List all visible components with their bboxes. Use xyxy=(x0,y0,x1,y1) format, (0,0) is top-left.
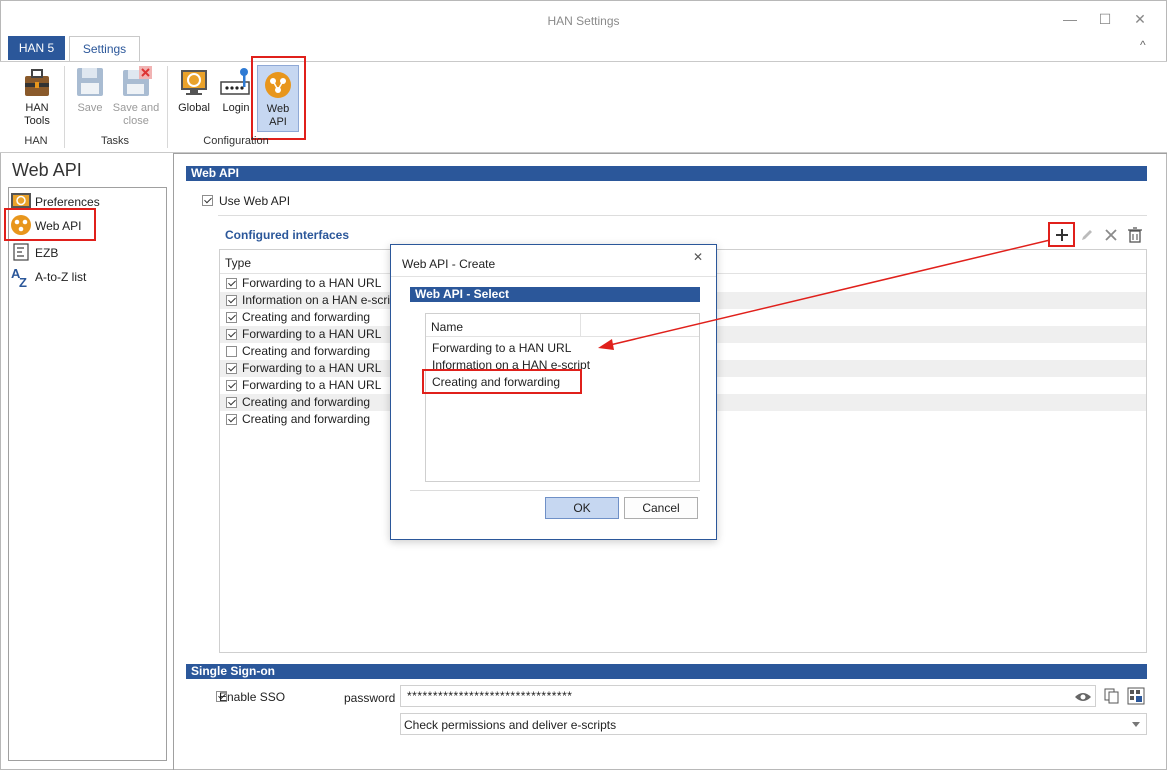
sidebar-item-ezb[interactable]: EZB xyxy=(10,243,160,261)
ezb-icon xyxy=(13,243,29,261)
dialog-close-button[interactable]: ✕ xyxy=(693,250,703,264)
save-close-label-1: Save and xyxy=(112,102,160,114)
toolbox-icon xyxy=(25,69,49,96)
window-title: HAN Settings xyxy=(547,14,620,28)
pencil-icon xyxy=(1082,230,1092,240)
dialog-list-header: Name xyxy=(426,314,699,337)
column-divider xyxy=(580,314,581,336)
copy-button[interactable] xyxy=(1104,688,1120,707)
column-header-name: Name xyxy=(431,320,464,334)
save-button[interactable]: Save xyxy=(72,66,108,115)
group-label-han: HAN xyxy=(24,135,48,147)
sidebar-title: Web API xyxy=(12,160,82,180)
chevron-down-icon xyxy=(1132,722,1140,727)
sso-mode-select[interactable]: Check permissions and deliver e-scripts xyxy=(400,713,1147,735)
row-checkbox[interactable] xyxy=(226,329,237,340)
row-label: Creating and forwarding xyxy=(242,310,371,324)
row-label: Forwarding to a HAN URL xyxy=(242,361,382,375)
han-tools-button[interactable]: HAN Tools xyxy=(14,66,60,128)
divider xyxy=(218,215,1147,216)
row-label: Information on a HAN e-script xyxy=(242,293,401,307)
a-to-z-icon: A Z xyxy=(11,266,27,288)
han-tools-label-2: Tools xyxy=(24,115,50,127)
password-label: password xyxy=(344,691,396,705)
divider xyxy=(410,490,700,491)
save-close-label-2: close xyxy=(123,115,149,127)
trash-button[interactable] xyxy=(1127,226,1143,247)
sidebar-item-label: Preferences xyxy=(35,195,100,209)
sso-mode-value: Check permissions and deliver e-scripts xyxy=(404,718,617,732)
column-header-type: Type xyxy=(225,256,252,270)
web-api-section-header: Web API xyxy=(186,166,1147,181)
list-item[interactable]: Forwarding to a HAN URL xyxy=(432,341,571,355)
enable-sso-label: Enable SSO xyxy=(219,690,286,704)
save-and-close-button[interactable]: Save and close xyxy=(110,66,162,128)
password-value: ******************************** xyxy=(407,689,573,703)
login-button[interactable]: Login xyxy=(216,66,256,115)
close-button[interactable]: ✕ xyxy=(1126,8,1154,30)
dialog-section-header: Web API - Select xyxy=(410,287,700,302)
sidebar-item-a-to-z-list[interactable]: A Z A-to-Z list xyxy=(10,266,160,288)
use-web-api-label: Use Web API xyxy=(219,194,291,208)
edit-interface-button[interactable] xyxy=(1079,227,1095,246)
group-label-tasks: Tasks xyxy=(100,135,130,147)
global-label: Global xyxy=(178,102,210,114)
close-icon xyxy=(1105,229,1117,241)
dialog-title: Web API - Create xyxy=(402,257,496,271)
save-close-icon xyxy=(123,66,152,96)
sso-section-header: Single Sign-on xyxy=(186,664,1147,679)
highlight-web-api-ribbon xyxy=(251,56,306,140)
row-checkbox[interactable] xyxy=(226,346,237,357)
login-key-icon xyxy=(220,68,250,95)
highlight-add-button xyxy=(1048,222,1075,247)
row-label: Forwarding to a HAN URL xyxy=(242,378,382,392)
group-label-configuration: Configuration xyxy=(203,135,269,147)
login-label: Login xyxy=(222,102,250,114)
sidebar-item-label: EZB xyxy=(35,246,59,260)
configured-interfaces-title: Configured interfaces xyxy=(225,228,350,242)
divider xyxy=(391,276,716,277)
highlight-creating-forwarding xyxy=(422,369,582,394)
row-label: Creating and forwarding xyxy=(242,344,371,358)
password-field[interactable]: ******************************** xyxy=(400,685,1096,707)
row-checkbox[interactable] xyxy=(226,312,237,323)
save-label: Save xyxy=(77,102,103,114)
web-api-create-dialog: Web API - Create ✕ Web API - Select Name… xyxy=(390,244,717,540)
row-checkbox[interactable] xyxy=(226,397,237,408)
ok-button[interactable]: OK xyxy=(545,497,619,519)
dialog-list: Name Forwarding to a HAN URL Information… xyxy=(425,313,700,482)
monitor-icon xyxy=(181,70,207,95)
ribbon-separator xyxy=(64,66,65,148)
row-checkbox[interactable] xyxy=(226,278,237,289)
row-label: Forwarding to a HAN URL xyxy=(242,327,382,341)
minimize-button[interactable]: — xyxy=(1056,8,1084,30)
row-label: Forwarding to a HAN URL xyxy=(242,276,382,290)
use-web-api-checkbox[interactable] xyxy=(202,195,213,206)
han-tools-label-1: HAN xyxy=(25,102,49,114)
row-checkbox[interactable] xyxy=(226,380,237,391)
row-checkbox[interactable] xyxy=(226,414,237,425)
row-label: Creating and forwarding xyxy=(242,395,371,409)
trash-icon xyxy=(1128,227,1142,243)
svg-text:Z: Z xyxy=(19,275,27,288)
copy-icon xyxy=(1104,688,1119,704)
row-checkbox[interactable] xyxy=(226,363,237,374)
delete-interface-button[interactable] xyxy=(1103,227,1119,246)
global-button[interactable]: Global xyxy=(174,66,214,115)
row-checkbox[interactable] xyxy=(226,295,237,306)
tab-settings[interactable]: Settings xyxy=(69,36,140,62)
ribbon-separator xyxy=(167,66,168,148)
eye-icon[interactable] xyxy=(1074,690,1092,704)
sidebar-item-label: A-to-Z list xyxy=(35,270,87,284)
row-label: Creating and forwarding xyxy=(242,412,371,426)
floppy-disk-icon xyxy=(77,68,103,96)
generate-password-button[interactable] xyxy=(1127,687,1145,708)
maximize-button[interactable]: ☐ xyxy=(1091,8,1119,30)
cancel-button[interactable]: Cancel xyxy=(624,497,698,519)
keypad-icon xyxy=(1127,687,1145,705)
collapse-ribbon-button[interactable]: ^ xyxy=(1140,38,1154,52)
tab-han5[interactable]: HAN 5 xyxy=(8,36,65,60)
highlight-sidebar-web-api xyxy=(4,208,96,241)
